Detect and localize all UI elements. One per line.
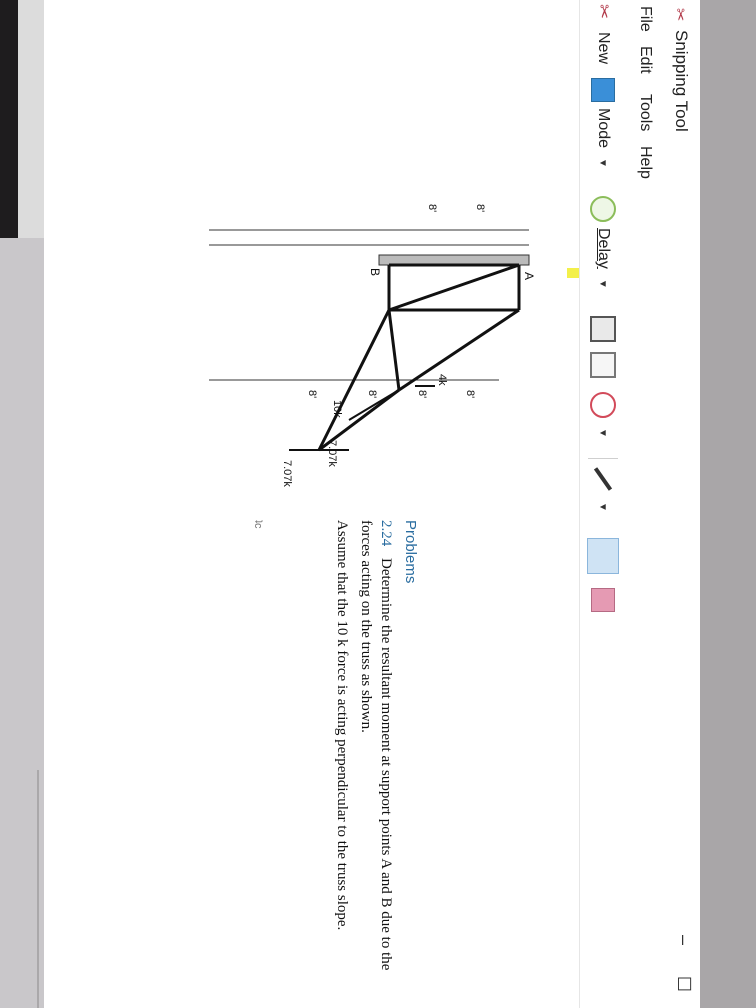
problems-heading: Problems bbox=[402, 520, 419, 584]
send-icon bbox=[590, 392, 616, 418]
pen-icon bbox=[593, 467, 613, 491]
delay-button[interactable]: Delay ▼ bbox=[588, 196, 618, 289]
label-10k: 10k bbox=[331, 400, 343, 418]
pen-button[interactable]: ▼ bbox=[588, 466, 618, 512]
scissors-icon: ✂ bbox=[594, 4, 614, 20]
new-label: New bbox=[595, 32, 612, 65]
menu-tools[interactable]: Tools bbox=[636, 94, 654, 131]
window-title: Snipping Tool bbox=[672, 30, 691, 132]
label-A: A bbox=[522, 272, 536, 280]
page-mark: ʇc bbox=[252, 520, 264, 529]
dimension-label: 8' bbox=[416, 390, 428, 398]
dimension-label: 8' bbox=[366, 390, 378, 398]
problem-block: Problems 2.24 Determine the resultant mo… bbox=[332, 520, 419, 990]
problem-note: Assume that the 10 k force is acting per… bbox=[334, 520, 350, 931]
new-button[interactable]: ✂ New bbox=[588, 4, 618, 64]
title-bar: ✂ Snipping Tool – ☐ bbox=[660, 0, 700, 1008]
snipping-tool-window: ✂ Snipping Tool – ☐ File Edit Tools Help… bbox=[44, 0, 700, 1008]
problem-text: Determine the resultant moment at suppor… bbox=[358, 520, 394, 971]
dimension-label: 8' bbox=[426, 204, 438, 212]
chevron-down-icon: ▼ bbox=[597, 278, 609, 289]
highlight-mark bbox=[567, 268, 579, 278]
minimize-button[interactable]: – bbox=[666, 920, 694, 960]
chevron-down-icon: ▼ bbox=[597, 428, 609, 438]
truss-member bbox=[387, 309, 401, 391]
label-7k-2: 7.07k bbox=[281, 460, 293, 487]
highlighter-button[interactable] bbox=[587, 538, 619, 574]
save-icon bbox=[590, 316, 616, 342]
dimension-label: 8' bbox=[306, 390, 318, 398]
maximize-button[interactable]: ☐ bbox=[666, 964, 694, 1004]
toolbar-separator bbox=[588, 458, 618, 459]
problem-statement: 2.24 Determine the resultant moment at s… bbox=[356, 520, 396, 990]
copy-icon bbox=[590, 352, 616, 378]
label-4k: 4k bbox=[436, 374, 448, 386]
eraser-icon bbox=[591, 588, 615, 612]
copy-button[interactable] bbox=[588, 352, 618, 378]
mode-label: Mode bbox=[595, 108, 612, 149]
save-button[interactable] bbox=[588, 316, 618, 342]
background-edge bbox=[700, 0, 756, 1008]
chevron-down-icon: ▼ bbox=[597, 158, 609, 168]
delay-label: Delay bbox=[595, 228, 612, 269]
menu-help[interactable]: Help bbox=[636, 146, 654, 179]
capture-canvas: A B 10k 4k 7.07k 7.07k 8' 8' 8' 8' 8' 8'… bbox=[44, 0, 579, 1008]
send-button[interactable]: ▼ bbox=[588, 392, 618, 438]
label-B: B bbox=[368, 268, 382, 276]
mode-icon bbox=[591, 78, 615, 102]
menu-file[interactable]: File bbox=[636, 6, 654, 32]
dimension-label: 8' bbox=[474, 204, 486, 212]
scissors-icon: ✂ bbox=[671, 8, 688, 22]
menu-bar: File Edit Tools Help bbox=[626, 0, 660, 1008]
truss-member bbox=[388, 263, 520, 312]
truss-member bbox=[398, 308, 520, 392]
dimension-label: 8' bbox=[464, 390, 476, 398]
chevron-down-icon: ▼ bbox=[597, 502, 609, 512]
eraser-button[interactable] bbox=[588, 588, 618, 612]
clock-icon bbox=[590, 196, 616, 222]
toolbar: ✂ New Mode ▼ Delay ▼ ▼ ▼ bbox=[579, 0, 626, 1008]
mode-button[interactable]: Mode ▼ bbox=[588, 78, 618, 168]
label-7k-1: 7.07k bbox=[326, 440, 338, 467]
highlighter-icon bbox=[587, 538, 619, 574]
menu-edit[interactable]: Edit bbox=[636, 46, 654, 74]
problem-number: 2.24 bbox=[378, 520, 394, 547]
truss-figure: A B 10k 4k 7.07k 7.07k 8' 8' 8' 8' 8' 8' bbox=[209, 204, 536, 487]
